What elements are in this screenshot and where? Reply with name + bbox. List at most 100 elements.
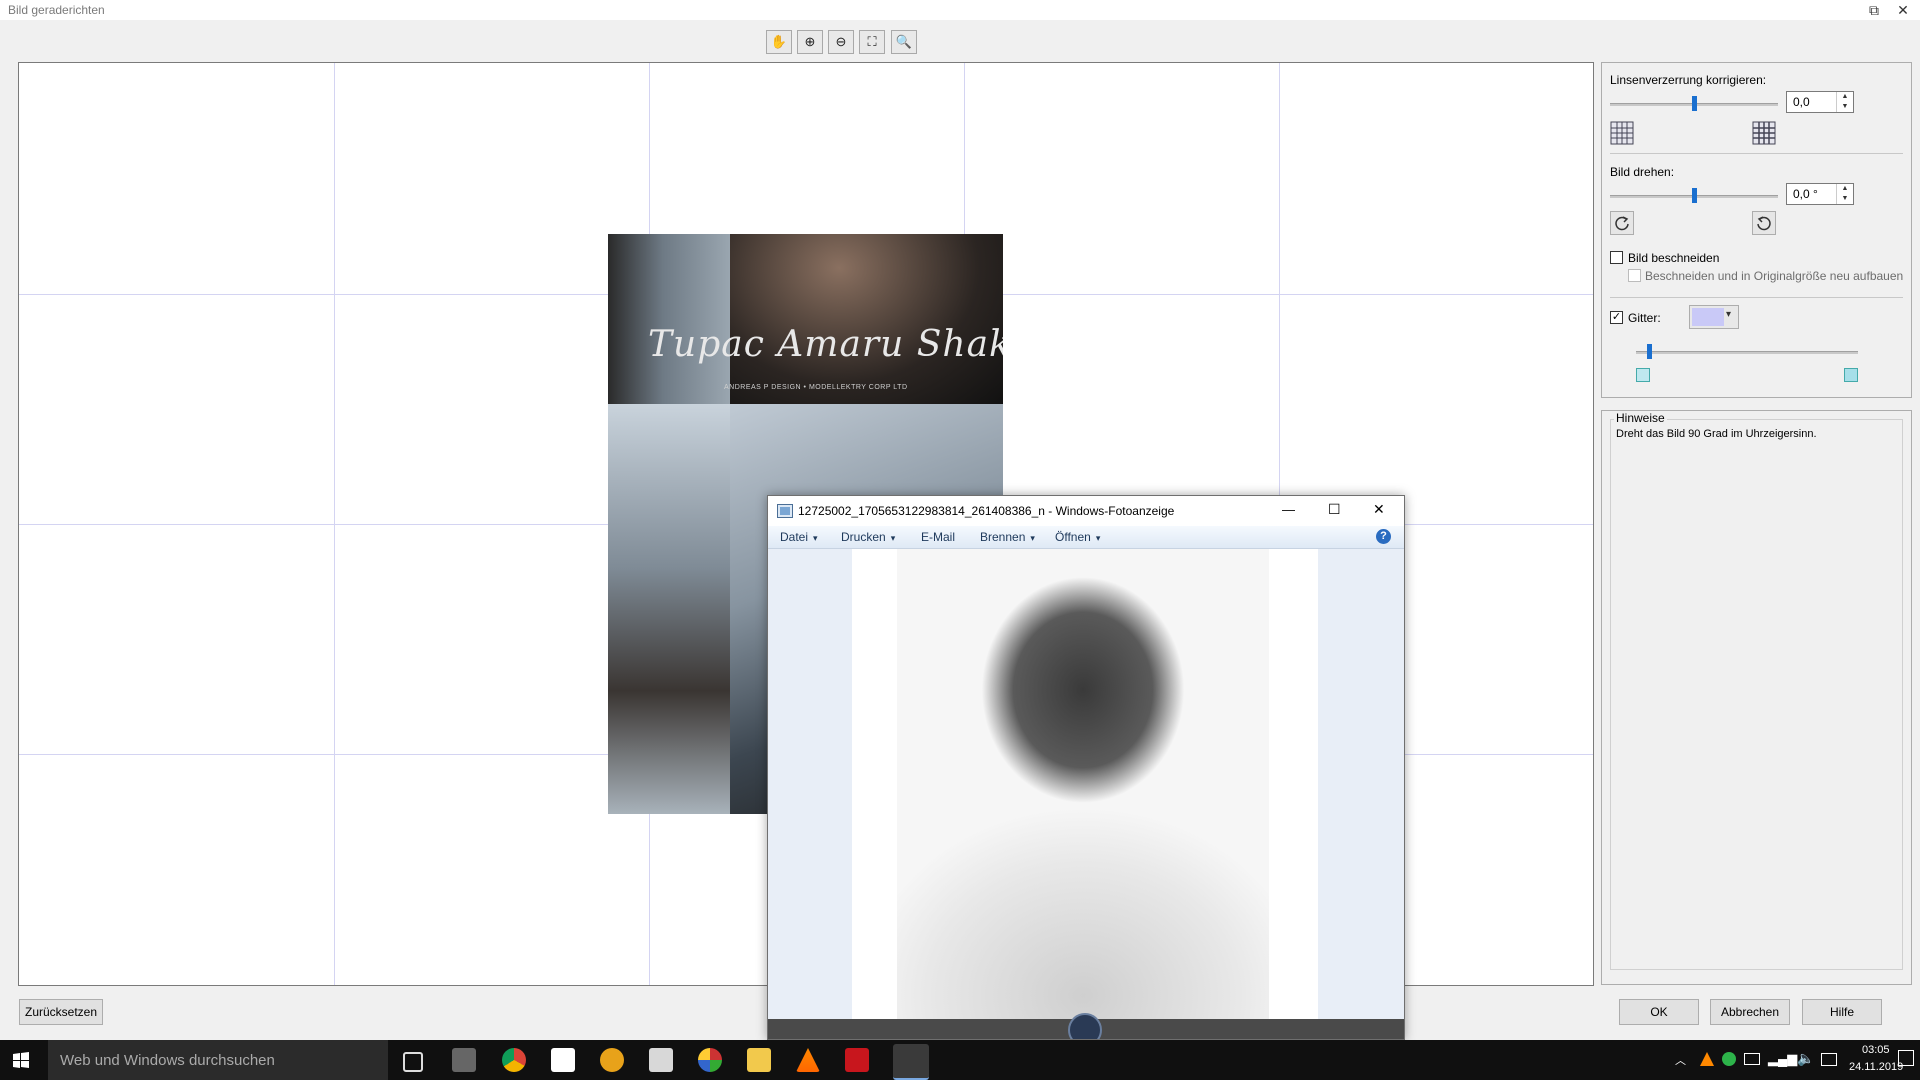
image-credit-text: ANDREAS P DESIGN • MODELLEKTRY CORP LTD	[724, 384, 908, 391]
menu-label: Drucken	[841, 530, 886, 544]
rotate-label: Bild drehen:	[1610, 165, 1675, 179]
grid-size-slider-thumb[interactable]	[1646, 344, 1652, 359]
viewer-title: 12725002_1705653122983814_261408386_n - …	[798, 504, 1175, 518]
grid-size-slider-track[interactable]	[1636, 351, 1858, 354]
chevron-down-icon[interactable]: ▾	[1726, 309, 1731, 320]
grid-color-picker[interactable]: ▾	[1689, 305, 1739, 329]
separator	[1610, 297, 1903, 298]
menu-label: Brennen	[980, 530, 1026, 544]
chevron-down-icon: ▾	[1025, 533, 1035, 543]
viewer-photo-frame	[852, 549, 1318, 1019]
restore-icon[interactable]: ⧉	[1864, 1, 1884, 19]
image-tile	[608, 404, 730, 814]
large-grid-icon	[1844, 368, 1858, 382]
menu-datei[interactable]: Datei ▾	[780, 530, 818, 544]
grid-color-swatch	[1692, 308, 1724, 326]
check-mark-icon: ✓	[1611, 311, 1622, 323]
store-icon[interactable]	[551, 1048, 575, 1072]
viewer-menu-bar: Datei ▾ Drucken ▾ E-Mail Brennen ▾ Öffne…	[768, 526, 1404, 549]
search-box[interactable]: Web und Windows durchsuchen	[48, 1040, 388, 1080]
file-manager-icon[interactable]	[452, 1048, 476, 1072]
pan-hand-icon[interactable]: ✋	[766, 30, 792, 54]
zoom-in-icon[interactable]: ⊕	[797, 30, 823, 54]
actual-size-icon[interactable]: 🔍	[891, 30, 917, 54]
rotate-spinbox[interactable]: 0,0 ° ▲ ▼	[1786, 183, 1854, 205]
app-icon[interactable]	[600, 1048, 624, 1072]
settings-panel: Linsenverzerrung korrigieren: 0,0 ▲ ▼ Bil…	[1601, 62, 1912, 398]
search-placeholder: Web und Windows durchsuchen	[60, 1052, 275, 1069]
crop-rebuild-checkbox[interactable]	[1628, 269, 1641, 282]
menu-drucken[interactable]: Drucken ▾	[841, 530, 895, 544]
chevron-down-icon: ▾	[1090, 533, 1101, 543]
speaker-icon[interactable]: 🔈	[1797, 1050, 1814, 1067]
signal-icon[interactable]: ▂▄▆	[1768, 1051, 1797, 1067]
chevron-up-icon[interactable]: ︿	[1675, 1052, 1686, 1068]
close-icon[interactable]: ✕	[1373, 501, 1385, 518]
rotate-right-icon[interactable]	[1752, 211, 1776, 235]
viewer-title-bar: 12725002_1705653122983814_261408386_n - …	[768, 496, 1404, 526]
dialog-title: Bild geraderichten	[8, 3, 105, 17]
help-button[interactable]: Hilfe	[1802, 999, 1882, 1025]
fit-to-window-icon[interactable]: ⛶	[859, 30, 885, 54]
action-center-icon[interactable]	[1898, 1050, 1914, 1066]
menu-email[interactable]: E-Mail	[921, 530, 955, 544]
menu-label: E-Mail	[921, 530, 956, 544]
chevron-down-icon: ▾	[885, 533, 896, 543]
viewer-control-bar[interactable]	[768, 1013, 1404, 1039]
chevron-down-icon: ▾	[808, 533, 818, 543]
hints-title: Hinweise	[1614, 411, 1667, 425]
chrome-icon[interactable]	[502, 1048, 526, 1072]
lens-distortion-spinbox[interactable]: 0,0 ▲ ▼	[1786, 91, 1854, 113]
crop-label: Bild beschneiden	[1628, 251, 1720, 265]
ime-tray-icon[interactable]	[1821, 1053, 1837, 1066]
image-script-text: Tupac Amaru Shakur	[648, 324, 1003, 365]
barrel-grid-icon[interactable]	[1752, 121, 1776, 145]
security-tray-icon[interactable]	[1722, 1052, 1736, 1066]
close-icon[interactable]: ✕	[1893, 1, 1913, 19]
dialog-title-bar: Bild geraderichten ⧉ ✕	[0, 0, 1920, 20]
hints-groupbox	[1610, 419, 1903, 970]
vlc-tray-icon[interactable]	[1700, 1052, 1714, 1066]
image-tile	[608, 234, 730, 404]
lens-distortion-slider-thumb[interactable]	[1691, 96, 1697, 111]
hints-panel: Hinweise Dreht das Bild 90 Grad im Uhrze…	[1601, 410, 1912, 985]
menu-label: Öffnen	[1055, 530, 1091, 544]
viewer-image-area	[768, 549, 1404, 1019]
cancel-button[interactable]: Abbrechen	[1710, 999, 1790, 1025]
slideshow-icon[interactable]	[1068, 1013, 1102, 1039]
grid-checkbox[interactable]: ✓	[1610, 311, 1623, 324]
calendar-app-icon[interactable]	[649, 1048, 673, 1072]
pincushion-grid-icon[interactable]	[1610, 121, 1634, 145]
crop-checkbox[interactable]	[1610, 251, 1623, 264]
task-view-icon[interactable]	[403, 1052, 423, 1072]
photo-app-icon[interactable]	[698, 1048, 722, 1072]
windows-start-icon[interactable]	[13, 1052, 29, 1068]
spin-arrows-icon[interactable]: ▲ ▼	[1836, 184, 1853, 204]
photo-viewer-icon	[777, 504, 793, 518]
minimize-icon[interactable]: —	[1282, 502, 1295, 517]
reset-button[interactable]: Zurücksetzen	[19, 999, 103, 1025]
rotate-left-icon[interactable]	[1610, 211, 1634, 235]
ok-button[interactable]: OK	[1619, 999, 1699, 1025]
lens-distortion-label: Linsenverzerrung korrigieren:	[1610, 73, 1767, 87]
clock-date[interactable]: 24.11.2019	[1849, 1061, 1903, 1073]
image-editor-icon[interactable]	[845, 1048, 869, 1072]
photo-viewer-task-icon[interactable]	[893, 1044, 929, 1080]
network-tray-icon[interactable]	[1744, 1053, 1760, 1065]
grid-label: Gitter:	[1628, 311, 1661, 325]
clock-time[interactable]: 03:05	[1862, 1044, 1890, 1056]
photo-viewer-window[interactable]: 12725002_1705653122983814_261408386_n - …	[767, 495, 1405, 1040]
explorer-icon[interactable]	[747, 1048, 771, 1072]
help-icon[interactable]: ?	[1376, 529, 1391, 544]
rotate-slider-thumb[interactable]	[1691, 188, 1697, 203]
image-tile	[730, 234, 1003, 404]
taskbar: Web und Windows durchsuchen ︿ ▂▄▆ 🔈 03:0…	[0, 1040, 1920, 1080]
zoom-out-icon[interactable]: ⊖	[828, 30, 854, 54]
maximize-icon[interactable]: ☐	[1328, 501, 1341, 518]
spin-arrows-icon[interactable]: ▲ ▼	[1836, 92, 1853, 112]
menu-oeffnen[interactable]: Öffnen ▾	[1055, 530, 1100, 544]
menu-brennen[interactable]: Brennen ▾	[980, 530, 1035, 544]
separator	[1610, 153, 1903, 154]
lens-distortion-value: 0,0	[1793, 95, 1810, 109]
vlc-icon[interactable]	[796, 1048, 820, 1072]
